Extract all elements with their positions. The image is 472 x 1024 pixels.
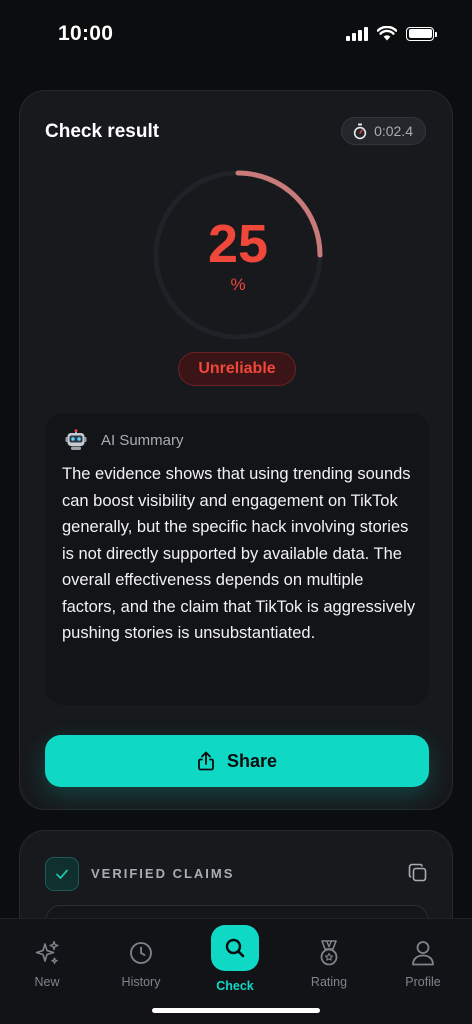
nav-item-profile[interactable]: Profile	[376, 919, 470, 999]
nav-label-history: History	[121, 975, 161, 989]
sparkles-icon	[35, 940, 59, 964]
verdict-badge: Unreliable	[178, 352, 296, 386]
nav-item-history[interactable]: History	[94, 919, 188, 999]
user-icon	[412, 941, 434, 966]
status-icons	[346, 26, 437, 41]
wifi-icon	[377, 26, 397, 41]
nav-label-profile: Profile	[405, 975, 441, 989]
medal-icon	[320, 940, 338, 966]
ai-summary-box: AI Summary The evidence shows that using…	[45, 413, 429, 705]
copy-icon[interactable]	[408, 863, 428, 883]
battery-icon	[406, 26, 437, 41]
timer-pill: 0:02.4	[341, 117, 426, 145]
share-button[interactable]: Share	[45, 735, 429, 787]
nav-item-check[interactable]: Check	[188, 919, 282, 999]
nav-label-check: Check	[216, 979, 254, 993]
score-value: 25	[207, 214, 269, 274]
nav-label-rating: Rating	[310, 975, 348, 989]
nav-item-rating[interactable]: Rating	[282, 919, 376, 999]
share-icon	[198, 751, 214, 771]
ai-summary-text: The evidence shows that using trending s…	[62, 465, 416, 642]
status-bar: 10:00	[0, 0, 472, 70]
nav-item-new[interactable]: New	[0, 919, 94, 999]
clock-icon	[130, 942, 152, 964]
status-time: 10:00	[58, 22, 114, 45]
card-title: Check result	[45, 121, 160, 142]
stopwatch-icon	[353, 123, 367, 139]
share-label: Share	[226, 750, 278, 771]
robot-icon	[65, 429, 87, 450]
result-card: Check result 0:02.4 25 % Unreliable AI S…	[19, 90, 453, 810]
ai-summary-title: AI Summary	[101, 431, 184, 449]
nav-label-new: New	[34, 975, 60, 989]
checkbox-icon[interactable]	[45, 857, 79, 891]
signal-icon	[346, 26, 368, 41]
search-icon	[225, 938, 245, 958]
ai-summary-header: AI Summary	[65, 429, 184, 451]
score-unit: %	[230, 275, 246, 294]
timer-value: 0:02.4	[374, 123, 413, 139]
verified-claims-title: VERIFIED CLAIMS	[91, 866, 235, 881]
home-indicator	[152, 1008, 320, 1013]
